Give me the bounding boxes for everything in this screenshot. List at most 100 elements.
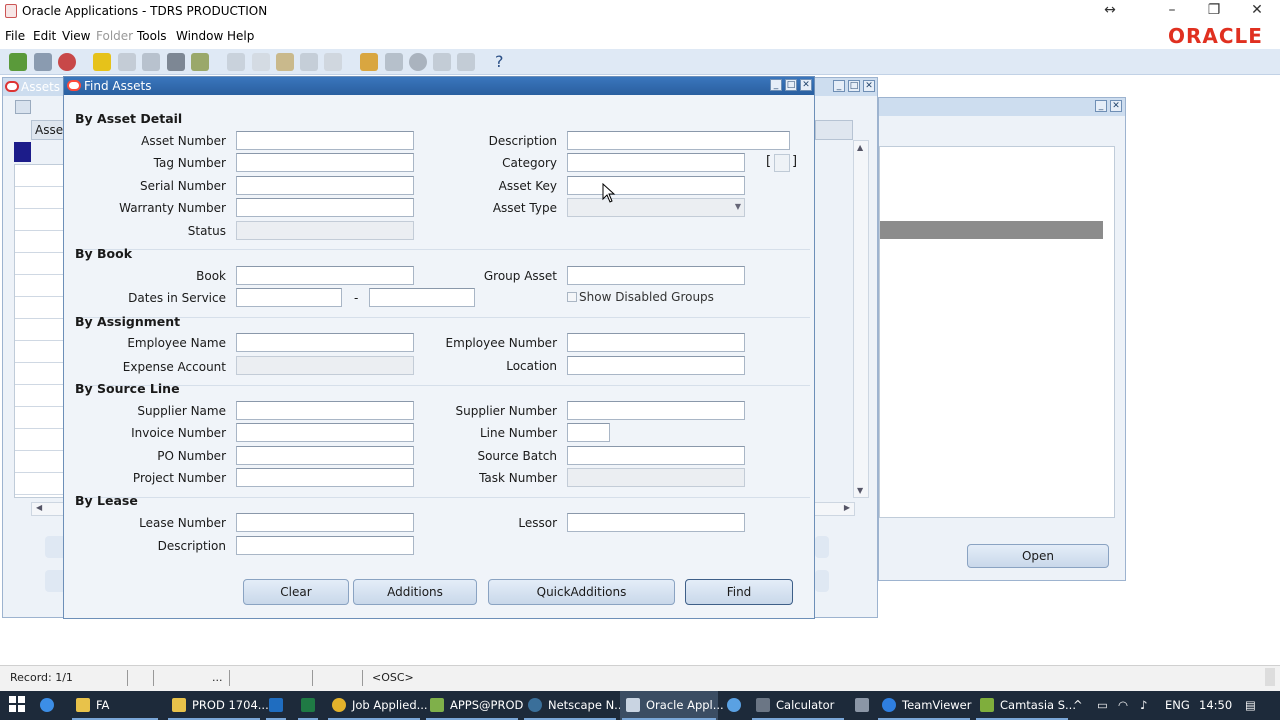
clock[interactable]: 14:50 xyxy=(1199,691,1232,720)
line-number-field[interactable] xyxy=(567,423,610,442)
scroll-left-icon[interactable]: ◀ xyxy=(36,503,42,512)
outlook-icon[interactable] xyxy=(264,691,288,720)
taskbar-item-oracle-apps[interactable]: Oracle Appl... xyxy=(620,691,724,720)
taskbar-item-job-applied[interactable]: Job Applied... xyxy=(326,691,428,720)
location-field[interactable] xyxy=(567,356,745,375)
edit-field-icon[interactable] xyxy=(360,53,378,71)
excel-icon[interactable] xyxy=(296,691,320,720)
news-icon[interactable] xyxy=(850,691,874,720)
menu-window[interactable]: Window xyxy=(176,29,223,43)
assets-maximize-button[interactable]: □ xyxy=(848,80,860,92)
expense-account-field[interactable] xyxy=(236,356,414,375)
open-button[interactable]: Open xyxy=(967,544,1109,568)
scroll-up-icon[interactable]: ▲ xyxy=(857,143,863,152)
warranty-number-field[interactable] xyxy=(236,198,414,217)
lease-description-field[interactable] xyxy=(236,536,414,555)
supplier-number-field[interactable] xyxy=(567,401,745,420)
assets-close-button[interactable]: ✕ xyxy=(863,80,875,92)
menu-view[interactable]: View xyxy=(62,29,90,43)
translations-icon[interactable] xyxy=(385,53,403,71)
zoom-icon[interactable] xyxy=(191,53,209,71)
wifi-icon[interactable]: ◠ xyxy=(1118,691,1134,720)
supplier-name-field[interactable] xyxy=(236,401,414,420)
descriptive-flexfield[interactable] xyxy=(774,154,790,172)
find-button[interactable]: Find xyxy=(685,579,793,605)
copy-icon[interactable] xyxy=(252,53,270,71)
employee-name-field[interactable] xyxy=(236,333,414,352)
help-icon[interactable]: ? xyxy=(495,52,504,71)
quickadditions-button[interactable]: QuickAdditions xyxy=(488,579,675,605)
ie-icon[interactable] xyxy=(722,691,746,720)
attachments-icon[interactable] xyxy=(409,53,427,71)
right-close-button[interactable]: ✕ xyxy=(1110,100,1122,112)
selected-row[interactable] xyxy=(880,221,1103,239)
taskbar-item-fa[interactable]: FA xyxy=(70,691,160,720)
asset-rows-grid[interactable] xyxy=(14,164,66,498)
notifications-icon[interactable]: ▤ xyxy=(1245,691,1265,720)
tag-number-field[interactable] xyxy=(236,153,414,172)
save-icon[interactable] xyxy=(93,53,111,71)
description-field[interactable] xyxy=(567,131,790,150)
network-icon[interactable]: ▭ xyxy=(1097,691,1113,720)
restore-button[interactable]: ❐ xyxy=(1204,2,1224,18)
group-asset-field[interactable] xyxy=(567,266,745,285)
menu-tools[interactable]: Tools xyxy=(137,29,167,43)
delete-record-icon[interactable] xyxy=(324,53,342,71)
task-number-field[interactable] xyxy=(567,468,745,487)
taskbar-item-calculator[interactable]: Calculator xyxy=(750,691,846,720)
invoice-number-field[interactable] xyxy=(236,423,414,442)
scroll-right-icon[interactable]: ▶ xyxy=(844,503,850,512)
dialog-close-button[interactable]: ✕ xyxy=(800,79,812,91)
menu-help[interactable]: Help xyxy=(227,29,254,43)
resize-arrows-icon[interactable]: ↔ xyxy=(1100,2,1120,18)
clear-record-icon[interactable] xyxy=(300,53,318,71)
paste-icon[interactable] xyxy=(276,53,294,71)
cut-icon[interactable] xyxy=(227,53,245,71)
date-in-service-from-field[interactable] xyxy=(236,288,342,307)
status-field[interactable] xyxy=(236,221,414,240)
category-field[interactable] xyxy=(567,153,745,172)
chevron-down-icon[interactable]: ▼ xyxy=(735,202,741,211)
additions-button[interactable]: Additions xyxy=(353,579,477,605)
navigator-icon[interactable] xyxy=(58,53,76,71)
serial-number-field[interactable] xyxy=(236,176,414,195)
lessor-field[interactable] xyxy=(567,513,745,532)
taskbar-item-prod[interactable]: PROD 1704... xyxy=(166,691,269,720)
hidden-button-4[interactable] xyxy=(815,570,829,592)
hidden-button-3[interactable] xyxy=(815,536,829,558)
menu-file[interactable]: File xyxy=(5,29,25,43)
dialog-maximize-button[interactable]: □ xyxy=(785,79,797,91)
book-field[interactable] xyxy=(236,266,414,285)
start-button[interactable] xyxy=(0,691,34,720)
menu-folder[interactable]: Folder xyxy=(96,29,133,43)
taskbar-item-teamviewer[interactable]: TeamViewer xyxy=(876,691,972,720)
asset-key-field[interactable] xyxy=(567,176,745,195)
edge-icon[interactable] xyxy=(40,691,64,720)
assets-minimize-button[interactable]: _ xyxy=(833,80,845,92)
vertical-scrollbar[interactable]: ▲ ▼ xyxy=(853,140,869,498)
new-record-icon[interactable] xyxy=(9,53,27,71)
right-minimize-button[interactable]: _ xyxy=(1095,100,1107,112)
employee-number-field[interactable] xyxy=(567,333,745,352)
taskbar-item-netscape[interactable]: Netscape N... xyxy=(522,691,625,720)
volume-icon[interactable]: ♪ xyxy=(1140,691,1156,720)
asset-type-select[interactable]: ▼ xyxy=(567,198,745,217)
clear-button[interactable]: Clear xyxy=(243,579,349,605)
lease-number-field[interactable] xyxy=(236,513,414,532)
print-icon[interactable] xyxy=(118,53,136,71)
settings-icon[interactable] xyxy=(457,53,475,71)
source-batch-field[interactable] xyxy=(567,446,745,465)
find-icon[interactable] xyxy=(34,53,52,71)
taskbar-item-camtasia[interactable]: Camtasia S... xyxy=(974,691,1076,720)
close-form-icon[interactable] xyxy=(142,53,160,71)
close-button[interactable]: ✕ xyxy=(1247,2,1267,18)
record-indicator[interactable] xyxy=(14,142,31,162)
folder-tools-icon[interactable] xyxy=(433,53,451,71)
po-number-field[interactable] xyxy=(236,446,414,465)
folder-icon[interactable] xyxy=(15,100,31,114)
date-in-service-to-field[interactable] xyxy=(369,288,475,307)
menu-edit[interactable]: Edit xyxy=(33,29,56,43)
minimize-button[interactable]: – xyxy=(1162,2,1182,18)
printer-icon[interactable] xyxy=(167,53,185,71)
status-scrollbar[interactable] xyxy=(1265,668,1275,686)
